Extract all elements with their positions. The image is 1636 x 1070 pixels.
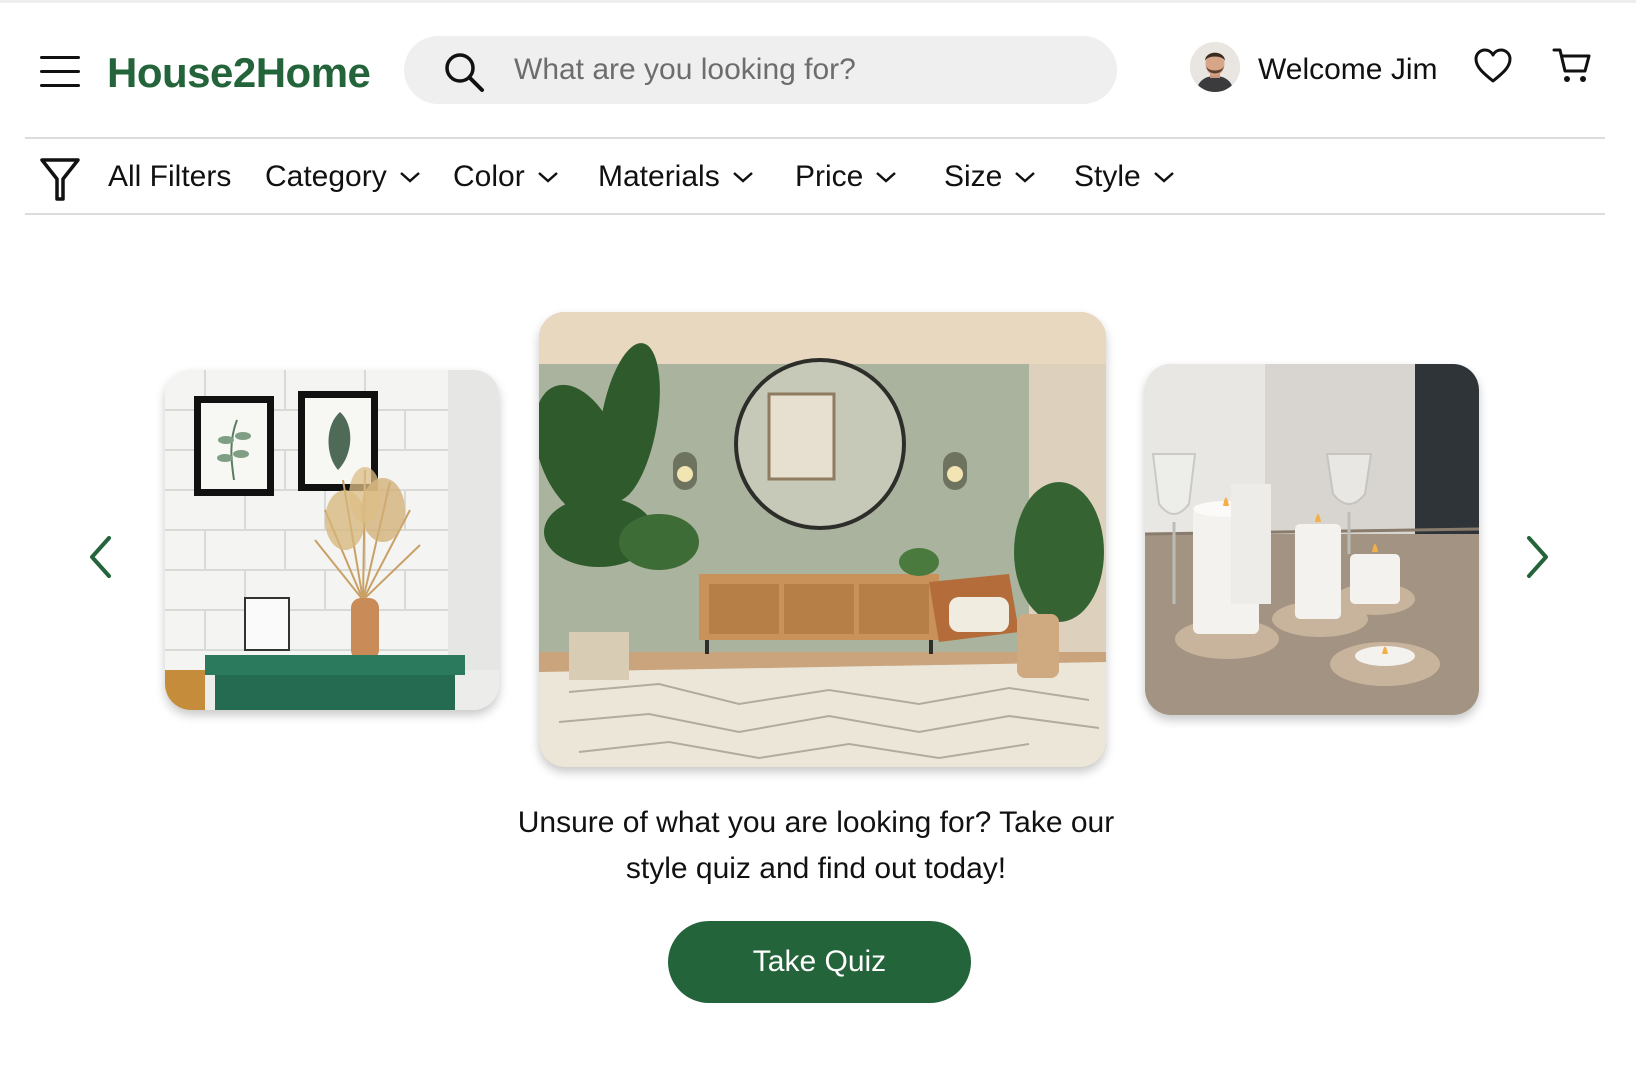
- search-input[interactable]: [514, 46, 1094, 94]
- chevron-down-icon: [1153, 172, 1174, 183]
- candles-image: [1145, 364, 1479, 715]
- carousel-slide-sideboard[interactable]: [165, 370, 499, 710]
- filter-label: Size: [944, 160, 1003, 193]
- chevron-down-icon: [399, 172, 420, 183]
- site-logo[interactable]: House2Home: [107, 48, 371, 98]
- carousel-slide-candles[interactable]: [1145, 364, 1479, 715]
- filter-dropdown-size[interactable]: Size: [944, 158, 1036, 196]
- heart-icon[interactable]: [1473, 46, 1513, 86]
- filter-label: Style: [1074, 160, 1141, 193]
- sideboard-image: [165, 370, 499, 710]
- promo-line-1: Unsure of what you are looking for? Take…: [517, 806, 1115, 839]
- filter-dropdown-color[interactable]: Color: [453, 158, 559, 196]
- carousel-slide-living-room[interactable]: [539, 312, 1106, 767]
- filter-dropdown-price[interactable]: Price: [795, 158, 897, 196]
- filter-label: Color: [453, 160, 525, 193]
- quiz-promo-text: Unsure of what you are looking for? Take…: [510, 800, 1122, 892]
- welcome-message[interactable]: Welcome Jim: [1258, 52, 1437, 88]
- chevron-down-icon: [732, 172, 753, 183]
- filter-dropdown-category[interactable]: Category: [265, 158, 421, 196]
- filter-dropdown-materials[interactable]: Materials: [598, 158, 754, 196]
- chevron-down-icon: [876, 172, 897, 183]
- living-room-image: [539, 312, 1106, 767]
- all-filters-button[interactable]: All Filters: [108, 158, 231, 196]
- top-edge-line: [0, 0, 1636, 3]
- promo-line-2: style quiz and find out today!: [625, 852, 1007, 885]
- user-avatar[interactable]: [1190, 42, 1240, 92]
- filter-dropdown-style[interactable]: Style: [1074, 158, 1175, 196]
- all-filters-label: All Filters: [108, 160, 232, 193]
- filter-bar: All Filters Category Color Materials Pri…: [25, 137, 1605, 215]
- filter-label: Price: [795, 160, 864, 193]
- hamburger-menu-icon[interactable]: [38, 54, 82, 88]
- chevron-left-icon[interactable]: [85, 532, 115, 582]
- take-quiz-button[interactable]: Take Quiz: [668, 921, 971, 1003]
- search-icon[interactable]: [442, 50, 486, 94]
- chevron-right-icon[interactable]: [1523, 532, 1553, 582]
- chevron-down-icon: [1015, 172, 1036, 183]
- chevron-down-icon: [537, 172, 558, 183]
- filter-funnel-icon[interactable]: [39, 157, 81, 203]
- shopping-cart-icon[interactable]: [1551, 44, 1593, 86]
- filter-label: Materials: [598, 160, 720, 193]
- filter-label: Category: [265, 160, 387, 193]
- search-bar[interactable]: [404, 36, 1117, 104]
